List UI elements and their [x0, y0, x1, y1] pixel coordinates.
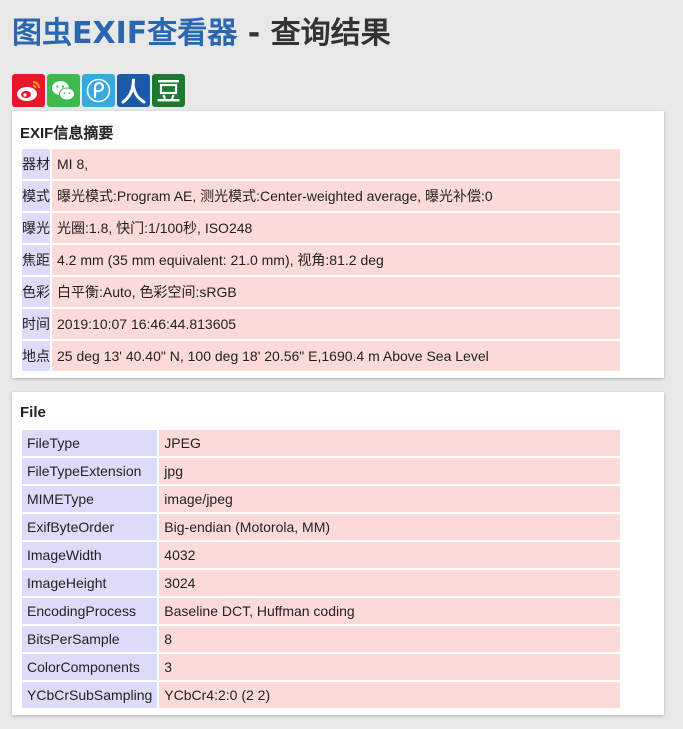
page-title: 图虫EXIF查看器 - 查询结果: [12, 8, 391, 52]
row-key: ExifByteOrder: [22, 514, 158, 540]
share-bar: [12, 74, 185, 107]
table-row: BitsPerSample 8: [22, 626, 620, 652]
share-wechat-button[interactable]: [47, 74, 80, 107]
row-key: ColorComponents: [22, 654, 158, 680]
row-key: 模式: [22, 181, 50, 211]
share-douban-button[interactable]: [152, 74, 185, 107]
row-value: 曝光模式:Program AE, 测光模式:Center-weighted av…: [52, 181, 620, 211]
qzone-icon: [86, 78, 111, 103]
row-key: ImageWidth: [22, 542, 158, 568]
table-row: ImageWidth 4032: [22, 542, 620, 568]
row-key: BitsPerSample: [22, 626, 158, 652]
table-row: EncodingProcess Baseline DCT, Huffman cod…: [22, 598, 620, 624]
table-row: FileType JPEG: [22, 430, 620, 456]
share-qzone-button[interactable]: [82, 74, 115, 107]
row-value: 25 deg 13' 40.40" N, 100 deg 18' 20.56" …: [52, 341, 620, 371]
wechat-icon: [52, 81, 75, 101]
table-row: 时间 2019:10:07 16:46:44.813605: [22, 309, 620, 339]
row-value: 3024: [159, 570, 620, 596]
row-key: FileType: [22, 430, 158, 456]
row-value: image/jpeg: [159, 486, 620, 512]
row-key: FileTypeExtension: [22, 458, 158, 484]
exif-summary-table: 器材 MI 8, 模式 曝光模式:Program AE, 测光模式:Center-we…: [20, 147, 622, 373]
table-row: ColorComponents 3: [22, 654, 620, 680]
row-key: MIMEType: [22, 486, 158, 512]
row-key: 焦距: [22, 245, 50, 275]
table-row: 色彩 白平衡:Auto, 色彩空间:sRGB: [22, 277, 620, 307]
row-key: 地点: [22, 341, 50, 371]
row-value: MI 8,: [52, 149, 620, 179]
row-value: Big-endian (Motorola, MM): [159, 514, 620, 540]
table-row: 曝光 光圈:1.8, 快门:1/100秒, ISO248: [22, 213, 620, 243]
row-key: 时间: [22, 309, 50, 339]
row-key: ImageHeight: [22, 570, 158, 596]
weibo-icon: [17, 81, 40, 101]
row-value: JPEG: [159, 430, 620, 456]
row-value: 2019:10:07 16:46:44.813605: [52, 309, 620, 339]
share-weibo-button[interactable]: [12, 74, 45, 107]
row-value: 3: [159, 654, 620, 680]
exif-summary-card: EXIF信息摘要 器材 MI 8, 模式 曝光模式:Program AE, 测光模式:…: [12, 111, 664, 378]
home-link[interactable]: 图虫EXIF查看器: [12, 16, 237, 51]
row-value: 光圈:1.8, 快门:1/100秒, ISO248: [52, 213, 620, 243]
table-row: 模式 曝光模式:Program AE, 测光模式:Center-weighted …: [22, 181, 620, 211]
table-row: YCbCrSubSampling YCbCr4:2:0 (2 2): [22, 682, 620, 708]
row-key: 曝光: [22, 213, 50, 243]
row-key: 器材: [22, 149, 50, 179]
row-value: 4032: [159, 542, 620, 568]
file-section-title: File: [20, 404, 46, 421]
table-row: MIMEType image/jpeg: [22, 486, 620, 512]
row-value: 白平衡:Auto, 色彩空间:sRGB: [52, 277, 620, 307]
douban-icon: [157, 80, 180, 102]
table-row: ExifByteOrder Big-endian (Motorola, MM): [22, 514, 620, 540]
table-row: FileTypeExtension jpg: [22, 458, 620, 484]
row-value: 8: [159, 626, 620, 652]
table-row: 器材 MI 8,: [22, 149, 620, 179]
renren-icon: [121, 78, 146, 104]
table-row: 地点 25 deg 13' 40.40" N, 100 deg 18' 20.56…: [22, 341, 620, 371]
file-card: File FileType JPEG FileTypeExtension jpg MIM…: [12, 392, 664, 715]
row-key: EncodingProcess: [22, 598, 158, 624]
exif-summary-title: EXIF信息摘要: [20, 125, 114, 142]
row-value: Baseline DCT, Huffman coding: [159, 598, 620, 624]
file-table: FileType JPEG FileTypeExtension jpg MIMEType…: [20, 428, 622, 710]
row-value: 4.2 mm (35 mm equivalent: 21.0 mm), 视角:8…: [52, 245, 620, 275]
row-value: YCbCr4:2:0 (2 2): [159, 682, 620, 708]
table-row: 焦距 4.2 mm (35 mm equivalent: 21.0 mm), 视角…: [22, 245, 620, 275]
title-suffix: - 查询结果: [237, 16, 391, 51]
table-row: ImageHeight 3024: [22, 570, 620, 596]
row-key: YCbCrSubSampling: [22, 682, 158, 708]
row-key: 色彩: [22, 277, 50, 307]
share-renren-button[interactable]: [117, 74, 150, 107]
row-value: jpg: [159, 458, 620, 484]
